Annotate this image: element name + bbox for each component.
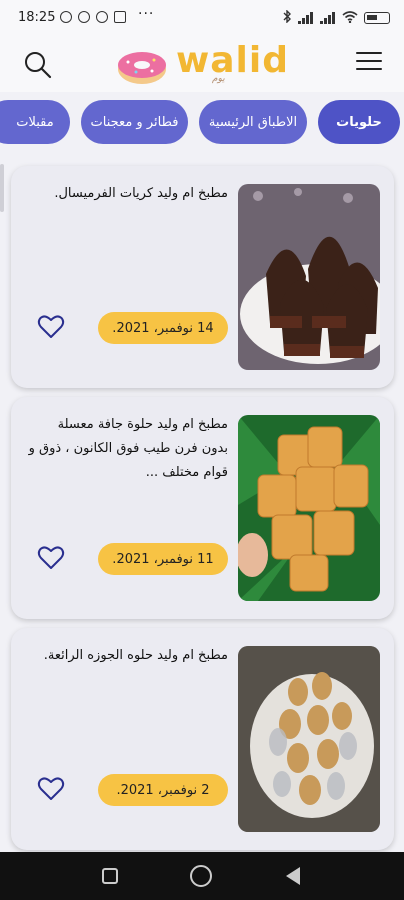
menu-button[interactable] xyxy=(356,52,382,76)
app-logo: walid يوم xyxy=(116,40,296,88)
whatsapp-icon xyxy=(96,11,108,23)
recipe-date-badge: 14 نوفمبر، 2021. xyxy=(98,312,228,344)
recipe-card[interactable]: مطبخ ام وليد كريات الفرميسال. 14 نوفمبر،… xyxy=(11,166,394,388)
heart-icon xyxy=(37,315,65,338)
logo-subtitle: يوم xyxy=(212,74,225,84)
messenger-icon xyxy=(78,11,90,23)
recipe-date-badge: 11 نوفمبر، 2021. xyxy=(98,543,228,575)
battery-icon xyxy=(364,12,390,24)
back-button[interactable] xyxy=(286,867,300,885)
system-navigation-bar xyxy=(0,852,404,900)
recipe-card[interactable]: مطبخ ام وليد حلوة جافة معسلة بدون فرن طي… xyxy=(11,397,394,619)
status-system-icons xyxy=(282,9,390,26)
status-time: 18:25 xyxy=(18,10,56,25)
category-tabs: حلويات الاطباق الرئيسية فطائر و معجنات م… xyxy=(0,100,404,146)
scroll-indicator[interactable] xyxy=(0,164,4,212)
hamburger-line xyxy=(356,60,382,62)
recipe-card[interactable]: مطبخ ام وليد حلوه الجوزه الرائعة. 2 نوفم… xyxy=(11,628,394,850)
wifi-icon xyxy=(342,10,358,26)
recipe-image[interactable] xyxy=(238,415,380,601)
bluetooth-icon xyxy=(282,9,292,26)
favorite-button[interactable] xyxy=(37,314,65,340)
recipe-image[interactable] xyxy=(238,646,380,832)
recipe-date-badge: 2 نوفمبر، 2021. xyxy=(98,774,228,806)
hamburger-menu-icon xyxy=(356,52,382,54)
logo-text: walid xyxy=(176,40,289,81)
donut-logo-icon xyxy=(118,52,166,84)
tab-appetizers[interactable]: مقبلات xyxy=(0,100,70,144)
tab-pastries[interactable]: فطائر و معجنات xyxy=(81,100,188,144)
recipe-image[interactable] xyxy=(238,184,380,370)
more-notifications-icon: ··· xyxy=(138,6,155,22)
favorite-button[interactable] xyxy=(37,776,65,802)
heart-icon xyxy=(37,546,65,569)
heart-icon xyxy=(37,777,65,800)
alarm-icon xyxy=(60,11,72,23)
home-button[interactable] xyxy=(190,865,212,887)
signal-icon-2 xyxy=(320,12,336,24)
recipe-title[interactable]: مطبخ ام وليد حلوه الجوزه الرائعة. xyxy=(28,644,228,668)
status-bar: 18:25 ··· xyxy=(0,0,404,36)
recipe-title[interactable]: مطبخ ام وليد كريات الفرميسال. xyxy=(28,182,228,206)
app-header: walid يوم xyxy=(0,36,404,92)
hamburger-line xyxy=(356,68,382,70)
search-icon xyxy=(25,52,52,79)
tab-sweets[interactable]: حلويات xyxy=(318,100,400,144)
tab-main-dishes[interactable]: الاطباق الرئيسية xyxy=(199,100,307,144)
favorite-button[interactable] xyxy=(37,545,65,571)
cast-icon xyxy=(114,11,126,23)
signal-icon-1 xyxy=(298,12,314,24)
search-button[interactable] xyxy=(22,49,54,81)
recipe-title[interactable]: مطبخ ام وليد حلوة جافة معسلة بدون فرن طي… xyxy=(28,413,228,485)
status-notification-icons xyxy=(60,11,126,23)
recent-apps-button[interactable] xyxy=(102,868,118,884)
